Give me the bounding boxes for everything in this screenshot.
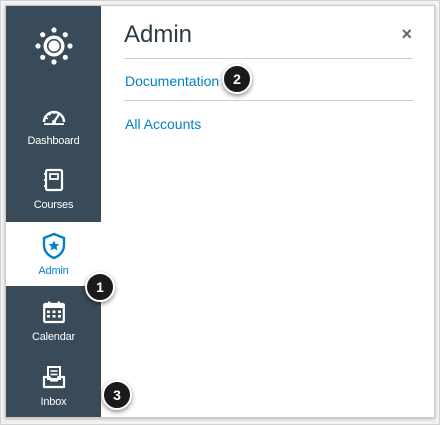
canvas-logo[interactable] [6,6,101,86]
nav-item-dashboard[interactable]: Dashboard [6,92,101,156]
nav-item-calendar[interactable]: Calendar [6,288,101,352]
dashboard-gauge-icon [39,101,69,131]
inbox-icon [39,362,69,392]
callout-badge-3: 3 [102,380,132,410]
nav-item-inbox[interactable]: Inbox [6,353,101,417]
tray-divider [124,100,413,101]
nav-label-admin: Admin [38,265,69,277]
nav-item-courses[interactable]: Courses [6,156,101,220]
admin-shield-icon [39,231,69,261]
tray-title: Admin [124,21,193,48]
global-navigation: Dashboard Courses Admin Calendar Inbox [6,6,101,417]
nav-label-calendar: Calendar [31,331,76,343]
nav-item-admin[interactable]: Admin [6,222,101,286]
all-accounts-link[interactable]: All Accounts [125,116,201,132]
courses-book-icon [39,165,69,195]
callout-badge-1: 1 [85,272,115,302]
tray-divider [124,58,413,59]
nav-label-inbox: Inbox [40,396,67,408]
close-icon[interactable]: × [401,25,412,43]
documentation-link[interactable]: Documentation [125,73,219,89]
canvas-logo-icon [34,27,73,65]
calendar-icon [39,297,69,327]
nav-label-courses: Courses [33,199,74,211]
callout-badge-2: 2 [222,64,252,94]
admin-tray: Admin × Documentation All Accounts [110,6,428,417]
nav-label-dashboard: Dashboard [27,135,80,147]
